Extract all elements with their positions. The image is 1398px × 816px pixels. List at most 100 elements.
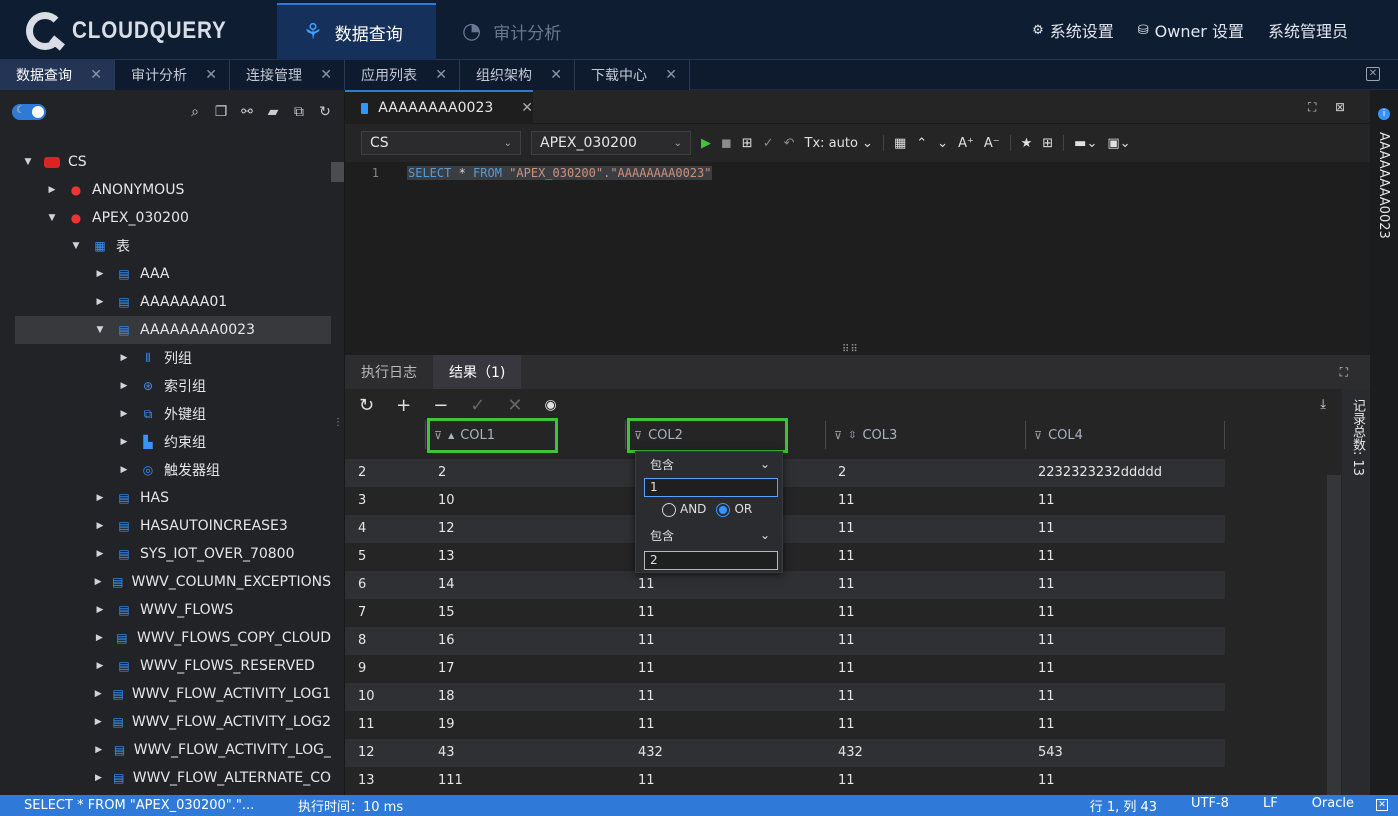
cell-col3[interactable]: 11 [838,549,855,564]
format-icon[interactable]: ▦ [894,136,906,151]
caret-right-icon[interactable]: ▶ [46,185,58,195]
tree-node-triggers[interactable]: ▶ ◎ 触发器组 [0,456,331,484]
tree-node-table[interactable]: ▶ ▤ WWV_FLOW_ACTIVITY_LOG1 [0,680,331,708]
cell-col3[interactable]: 11 [838,633,855,648]
status-eol[interactable]: LF [1263,796,1278,815]
table-row[interactable]: 3 10 11 11 [345,487,1225,515]
folder-icon[interactable]: ▰ [266,104,280,120]
schema-select[interactable]: APEX_030200 ⌄ [531,131,691,155]
table-row[interactable]: 6 14 11 11 11 [345,571,1225,599]
font-decrease-icon[interactable]: A⁻ [984,136,1000,151]
cell-col3[interactable]: 11 [838,661,855,676]
confirm-icon[interactable]: ✓ [470,395,485,416]
table-row[interactable]: 5 13 11 11 [345,543,1225,571]
caret-right-icon[interactable]: ▶ [94,521,106,531]
tree-node-table[interactable]: ▶ ▤ SYS_IOT_OVER_70800 [0,540,331,568]
right-panel-title[interactable]: AAAAAAAA0023 [1376,132,1391,239]
tree-node-indexes[interactable]: ▶ ⊛ 索引组 [0,372,331,400]
table-row[interactable]: 8 16 11 11 11 [345,627,1225,655]
rollback-icon[interactable]: ↶ [784,136,795,151]
table-row[interactable]: 9 17 11 11 11 [345,655,1225,683]
feature-tab-data-query[interactable]: 数据查询 ✕ [0,60,115,90]
results-scrollbar[interactable] [1327,475,1341,795]
close-all-tabs-icon[interactable]: ✕ [1366,67,1380,81]
cell-col3[interactable]: 11 [838,521,855,536]
cell-col3[interactable]: 11 [838,493,855,508]
feature-tab-apps[interactable]: 应用列表 ✕ [345,60,460,90]
code-area[interactable]: 1 SELECT * FROM "APEX_030200"."AAAAAAAA0… [345,162,1370,355]
caret-right-icon[interactable]: ▶ [94,773,103,783]
tab-results[interactable]: 结果（1) [433,355,522,389]
commit-icon[interactable]: ✓ [763,136,774,151]
tree-node-table[interactable]: ▶ ▤ WWV_FLOWS_COPY_CLOUD [0,624,331,652]
caret-right-icon[interactable]: ▶ [94,689,103,699]
cell-col3[interactable]: 11 [838,717,855,732]
cell-col4[interactable]: 11 [1038,717,1055,732]
caret-right-icon[interactable]: ▶ [94,297,106,307]
cell-col1[interactable]: 18 [438,689,455,704]
cancel-icon[interactable]: ✕ [507,395,522,416]
tree-node-table-selected[interactable]: ▼ ▤ AAAAAAAA0023 [15,316,331,344]
maximize-icon[interactable]: ⛶ [1340,365,1348,380]
cell-col4[interactable]: 11 [1038,773,1055,788]
caret-down-icon[interactable]: ▼ [94,325,106,335]
tree-node-foreign-keys[interactable]: ▶ ⧉ 外键组 [0,400,331,428]
tree-node-tables-group[interactable]: ▼ ▦ 表 [0,232,331,260]
tree-node-table[interactable]: ▶ ▤ AAAAAAA01 [0,288,331,316]
tree-node-constraints[interactable]: ▶ ▙ 约束组 [0,428,331,456]
table-row[interactable]: 10 18 11 11 11 [345,683,1225,711]
cell-col4[interactable]: 11 [1038,605,1055,620]
run-icon[interactable]: ▶ [701,136,711,151]
radio-and[interactable]: AND [662,502,706,517]
share-icon[interactable]: ⚯ [240,104,254,120]
caret-right-icon[interactable]: ▶ [118,353,130,363]
nav-tab-audit[interactable]: ◔ 审计分析 [436,3,587,60]
drag-handle-icon[interactable]: ⋮⋮ [333,418,344,428]
filter-operator-select-2[interactable]: 包含 ⌄ [644,524,776,546]
close-icon[interactable]: ✕ [205,67,217,83]
caret-right-icon[interactable]: ▶ [94,549,106,559]
stop-icon[interactable]: ◼ [721,136,732,151]
caret-right-icon[interactable]: ▶ [94,745,103,755]
cell-col3[interactable]: 11 [838,605,855,620]
feature-tab-downloads[interactable]: 下载中心 ✕ [575,60,690,90]
admin-user-menu[interactable]: 系统管理员 [1268,18,1348,42]
tree-node-connection[interactable]: ▼ CS [0,148,331,176]
cell-col1[interactable]: 13 [438,549,455,564]
caret-down-icon[interactable]: ▼ [70,241,82,251]
cell-col1[interactable]: 10 [438,493,455,508]
sidebar-scrollbar[interactable] [331,162,344,182]
cell-col3[interactable]: 11 [838,773,855,788]
table-row[interactable]: 2 2 2 2232323232ddddd [345,459,1225,487]
cell-col1[interactable]: 19 [438,717,455,732]
copy-icon[interactable]: ❐ [214,104,228,120]
cell-col1[interactable]: 12 [438,521,455,536]
radio-or[interactable]: OR [716,502,752,517]
delete-row-icon[interactable]: − [433,395,448,416]
tree-node-columns[interactable]: ▶ ⦀ 列组 [0,344,331,372]
collapse-icon[interactable]: ⧉ [292,104,306,120]
cell-col2[interactable]: 432 [638,745,663,760]
cell-col1[interactable]: 17 [438,661,455,676]
refresh-icon[interactable]: ↻ [318,104,332,120]
table-row[interactable]: 13 111 11 11 11 [345,767,1225,795]
cell-col3[interactable]: 432 [838,745,863,760]
close-icon[interactable]: ✕ [435,67,447,83]
radio-button[interactable] [662,502,676,517]
feature-tab-audit[interactable]: 审计分析 ✕ [115,60,230,90]
resize-handle-icon[interactable]: ⠿⠿ [842,344,859,355]
cell-col1[interactable]: 111 [438,773,463,788]
fullscreen-icon[interactable]: ⛶ [1308,100,1316,115]
caret-down-icon[interactable]: ▼ [22,157,34,167]
close-panel-icon[interactable]: ⊠ [1335,100,1345,114]
filter-value-input-2[interactable]: 2 [644,551,778,570]
sql-line[interactable]: SELECT * FROM "APEX_030200"."AAAAAAAA002… [407,166,713,180]
caret-right-icon[interactable]: ▶ [94,633,105,643]
cell-col2[interactable]: 11 [638,773,655,788]
caret-right-icon[interactable]: ▶ [94,661,106,671]
close-icon[interactable]: ✕ [320,67,332,83]
cell-col3[interactable]: 11 [838,689,855,704]
close-icon[interactable]: ✕ [550,67,562,83]
cell-col2[interactable]: 11 [638,605,655,620]
column-header-col4[interactable]: ⊽ COL4 [1025,421,1225,449]
